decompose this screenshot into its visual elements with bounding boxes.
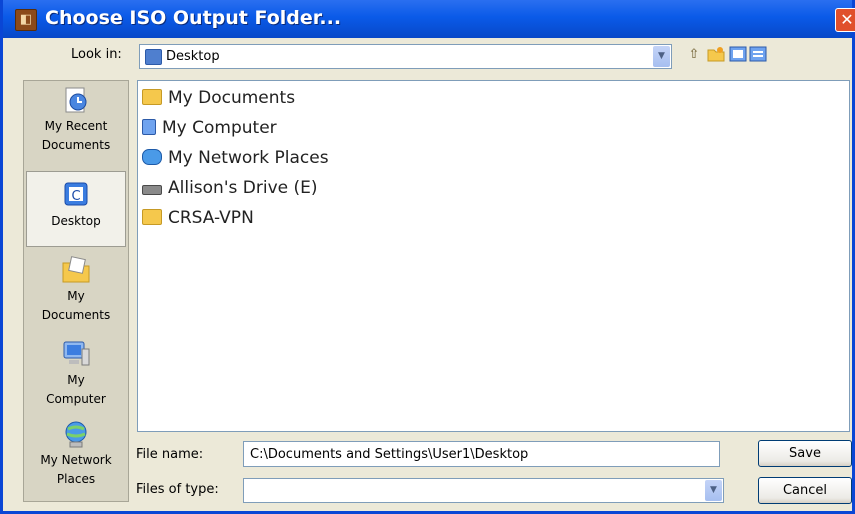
- my-computer-icon: [63, 341, 90, 366]
- look-in-dropdown[interactable]: Desktop ▼: [139, 44, 672, 69]
- place-label: My Network Places: [40, 453, 112, 486]
- file-list[interactable]: My Documents My Computer My Network Plac…: [137, 80, 850, 432]
- file-name: My Computer: [162, 118, 277, 138]
- places-bar: My Recent Documents C Desktop My Documen…: [23, 80, 129, 502]
- save-button[interactable]: Save: [758, 440, 852, 467]
- place-label: Desktop: [51, 214, 101, 228]
- choose-folder-dialog: ◧ Choose ISO Output Folder... ✕ Look in:…: [0, 0, 855, 514]
- title-bar[interactable]: ◧ Choose ISO Output Folder... ✕: [3, 0, 855, 38]
- up-folder-icon[interactable]: ⇧: [685, 46, 703, 64]
- cancel-button[interactable]: Cancel: [758, 477, 852, 504]
- desktop-icon: [145, 49, 162, 65]
- close-icon: ✕: [840, 10, 854, 29]
- look-in-value: Desktop: [166, 49, 220, 64]
- chevron-down-icon[interactable]: ▼: [653, 46, 670, 67]
- my-documents-icon: [142, 89, 162, 105]
- chevron-down-icon[interactable]: ▼: [705, 480, 722, 501]
- my-documents-icon: [62, 256, 90, 283]
- place-label: My Computer: [46, 373, 106, 406]
- place-my-recent-documents[interactable]: My Recent Documents: [26, 85, 126, 155]
- file-type-label: Files of type:: [136, 482, 219, 497]
- place-desktop[interactable]: C Desktop: [26, 171, 126, 247]
- file-name: CRSA-VPN: [168, 208, 254, 228]
- recent-documents-icon: [65, 87, 87, 113]
- desktop-icon: C: [64, 182, 88, 206]
- new-folder-icon[interactable]: [707, 46, 725, 64]
- dialog-title: Choose ISO Output Folder...: [45, 7, 342, 29]
- network-places-icon: [65, 421, 87, 448]
- list-item[interactable]: My Documents: [142, 85, 295, 111]
- close-button[interactable]: ✕: [835, 8, 855, 32]
- file-type-dropdown[interactable]: ▼: [243, 478, 724, 503]
- file-name: Allison's Drive (E): [168, 178, 318, 198]
- file-name-field[interactable]: [243, 441, 720, 467]
- place-label: My Documents: [41, 289, 111, 322]
- drive-icon: [142, 185, 162, 195]
- list-item[interactable]: CRSA-VPN: [142, 205, 254, 231]
- svg-text:C: C: [71, 189, 80, 204]
- folder-icon: [142, 209, 162, 225]
- place-my-computer[interactable]: My Computer: [26, 339, 126, 409]
- look-in-label: Look in:: [71, 47, 122, 62]
- place-label: My Recent Documents: [41, 119, 111, 152]
- list-item[interactable]: My Network Places: [142, 145, 329, 171]
- list-item[interactable]: Allison's Drive (E): [142, 175, 318, 201]
- place-my-network-places[interactable]: My Network Places: [26, 419, 126, 489]
- my-computer-icon: [142, 119, 156, 135]
- file-name: My Network Places: [168, 148, 329, 168]
- app-icon: ◧: [15, 9, 37, 31]
- view-menu-icon[interactable]: [729, 46, 767, 64]
- place-my-documents[interactable]: My Documents: [26, 255, 126, 325]
- file-name: My Documents: [168, 88, 296, 108]
- file-name-label: File name:: [136, 447, 204, 462]
- network-places-icon: [142, 149, 162, 165]
- list-item[interactable]: My Computer: [142, 115, 277, 141]
